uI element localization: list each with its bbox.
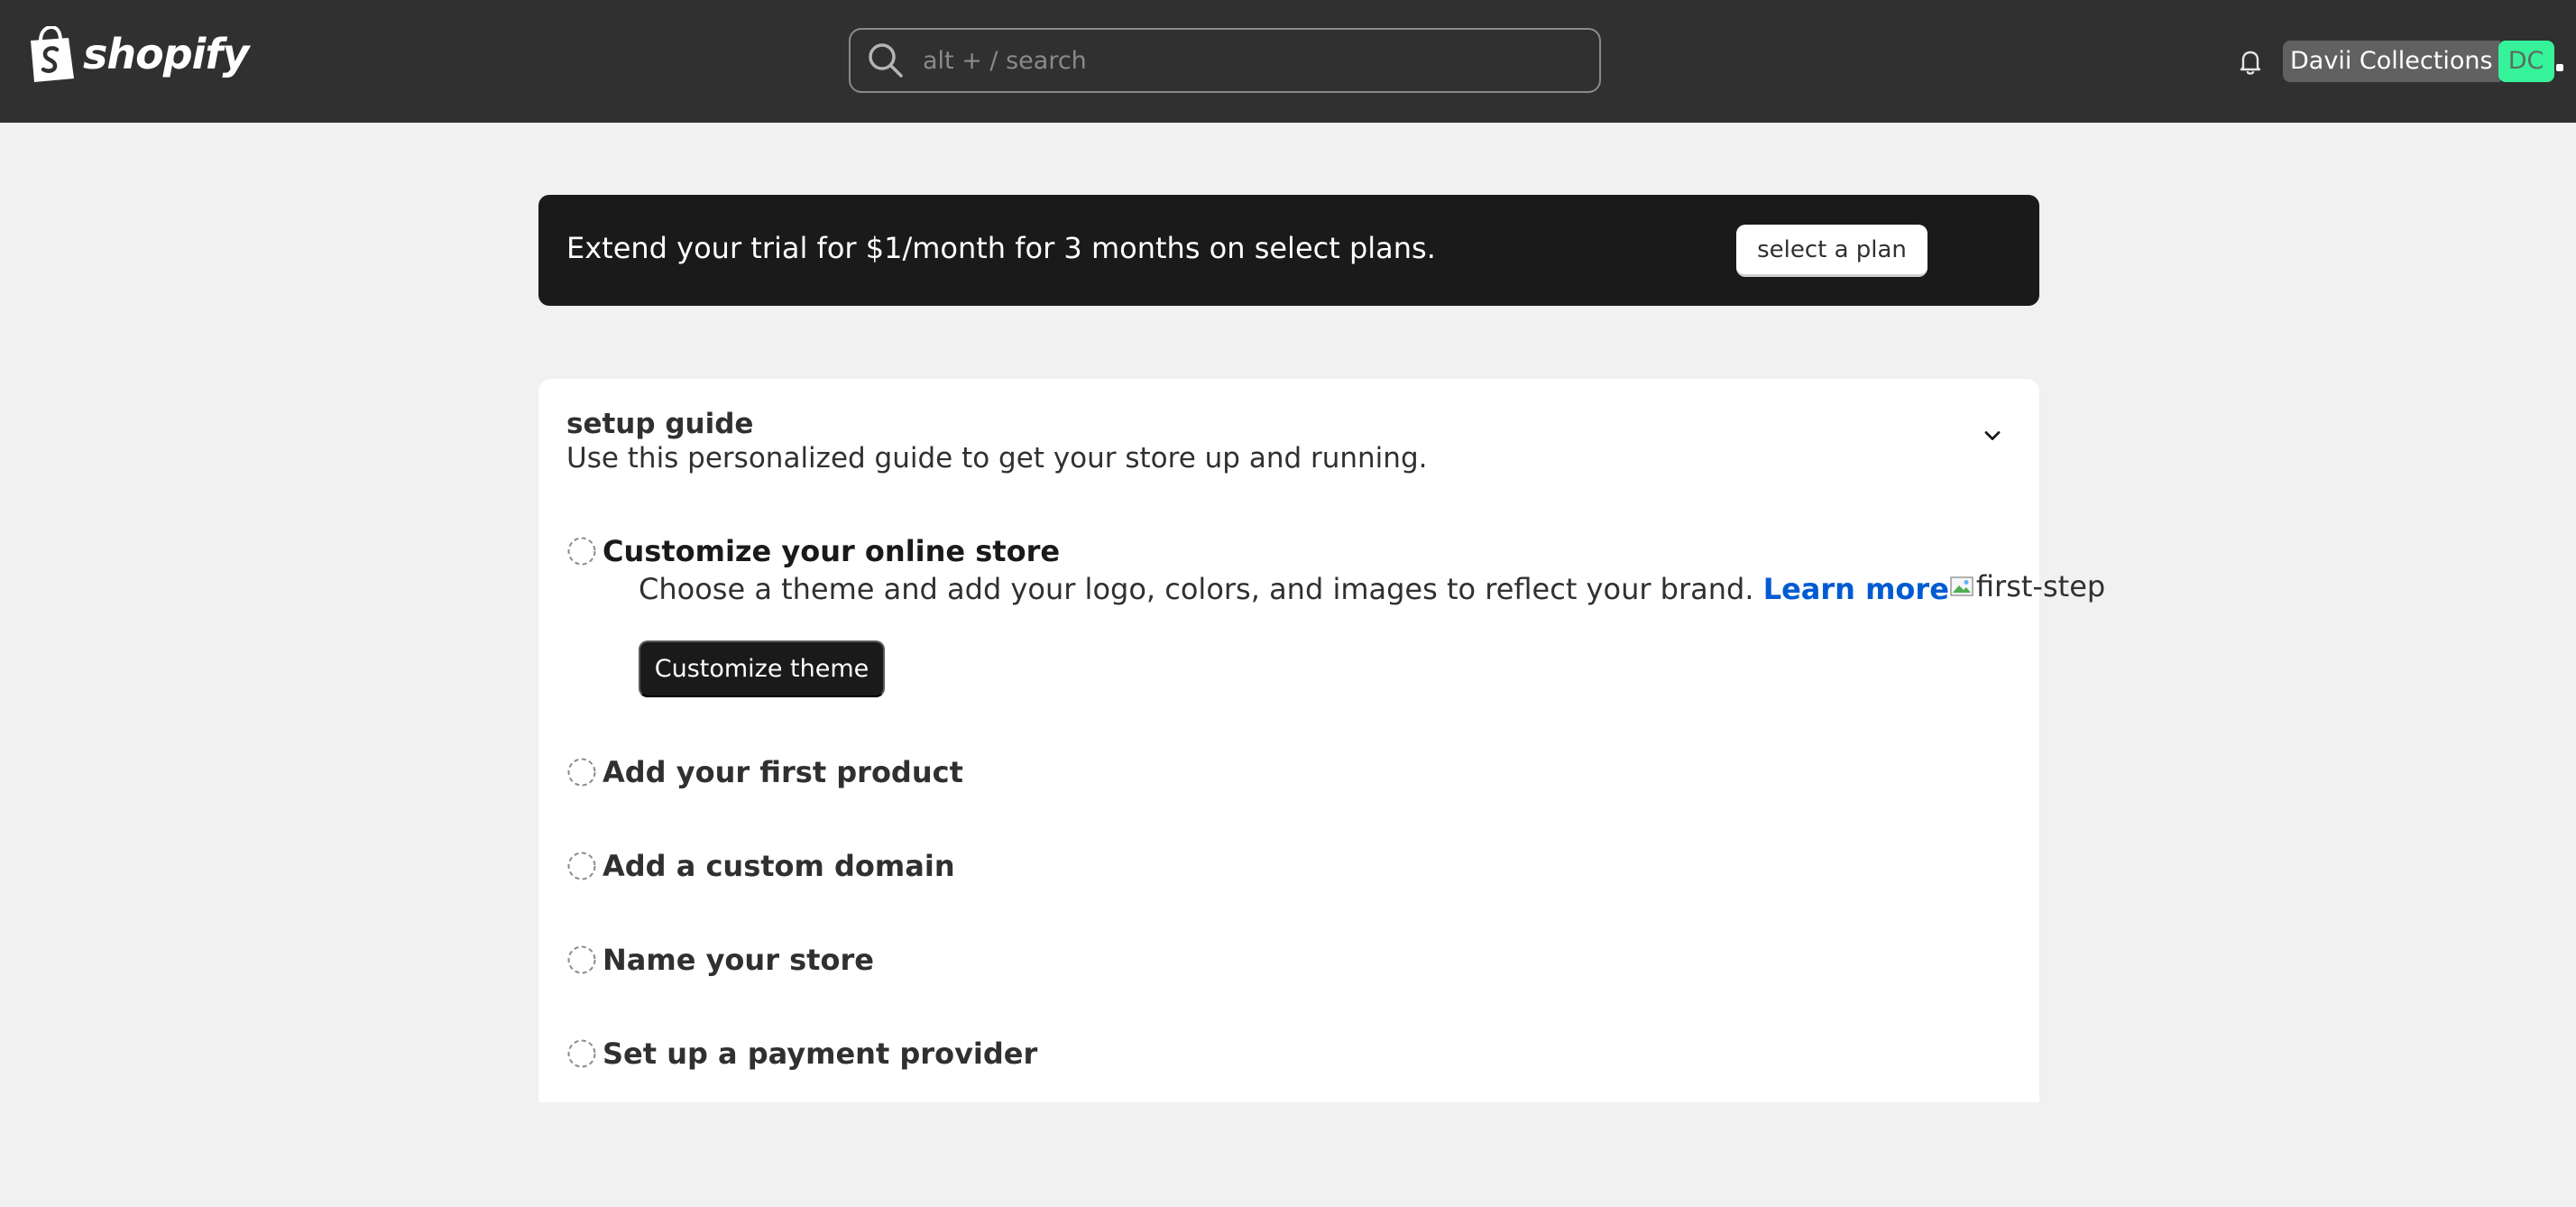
learn-more-link[interactable]: Learn more xyxy=(1763,572,1949,606)
setup-guide-title: setup guide xyxy=(566,408,754,440)
broken-image-icon xyxy=(1950,576,1973,596)
chevron-down-icon xyxy=(1984,431,2001,440)
account-menu[interactable]: Davii Collections DC xyxy=(2283,41,2563,82)
dashed-circle-icon xyxy=(567,1039,596,1068)
task-custom-domain[interactable]: Add a custom domain xyxy=(566,848,955,884)
logo-wordmark: shopify xyxy=(83,30,249,78)
avatar: DC xyxy=(2498,41,2554,82)
search-input[interactable] xyxy=(921,32,1599,88)
dashed-circle-icon xyxy=(567,852,596,880)
setup-guide-card: setup guide Use this personalized guide … xyxy=(538,379,2105,1102)
select-plan-button[interactable]: select a plan xyxy=(1736,225,1927,277)
task-add-product[interactable]: Add your first product xyxy=(566,754,963,790)
search-bar[interactable] xyxy=(849,28,1601,93)
status-dot xyxy=(2555,64,2563,71)
dashed-circle-icon xyxy=(567,537,596,566)
image-alt-text: first-step xyxy=(1975,569,2106,604)
store-name: Davii Collections xyxy=(2283,41,2500,82)
task-description: Choose a theme and add your logo, colors… xyxy=(639,569,2105,606)
banner-message: Extend your trial for $1/month for 3 mon… xyxy=(566,231,1436,265)
task-title: Add a custom domain xyxy=(603,849,955,883)
task-customize-store[interactable]: Customize your online store xyxy=(566,533,1060,569)
top-bar: shopify Davii Collections DC xyxy=(0,0,2576,123)
task-description-text: Choose a theme and add your logo, colors… xyxy=(639,572,1754,606)
dashed-circle-icon xyxy=(567,945,596,974)
shopify-logo[interactable]: shopify xyxy=(27,25,249,83)
dashed-circle-icon xyxy=(567,758,596,787)
setup-guide-subtitle: Use this personalized guide to get your … xyxy=(566,442,1428,475)
task-title: Add your first product xyxy=(603,755,963,789)
task-title: Customize your online store xyxy=(603,534,1061,568)
trial-banner: Extend your trial for $1/month for 3 mon… xyxy=(538,195,2039,306)
search-icon xyxy=(869,43,903,78)
collapse-guide-button[interactable] xyxy=(1976,419,2009,452)
task-payment-provider[interactable]: Set up a payment provider xyxy=(566,1036,1037,1072)
task-name-store[interactable]: Name your store xyxy=(566,942,874,978)
task-title: Set up a payment provider xyxy=(603,1037,1038,1071)
task-title: Name your store xyxy=(603,943,874,977)
customize-theme-button[interactable]: Customize theme xyxy=(639,640,885,697)
bell-icon[interactable] xyxy=(2235,46,2266,77)
task-illustration: first-step xyxy=(1949,569,2105,604)
shopping-bag-logo-icon xyxy=(31,26,74,82)
